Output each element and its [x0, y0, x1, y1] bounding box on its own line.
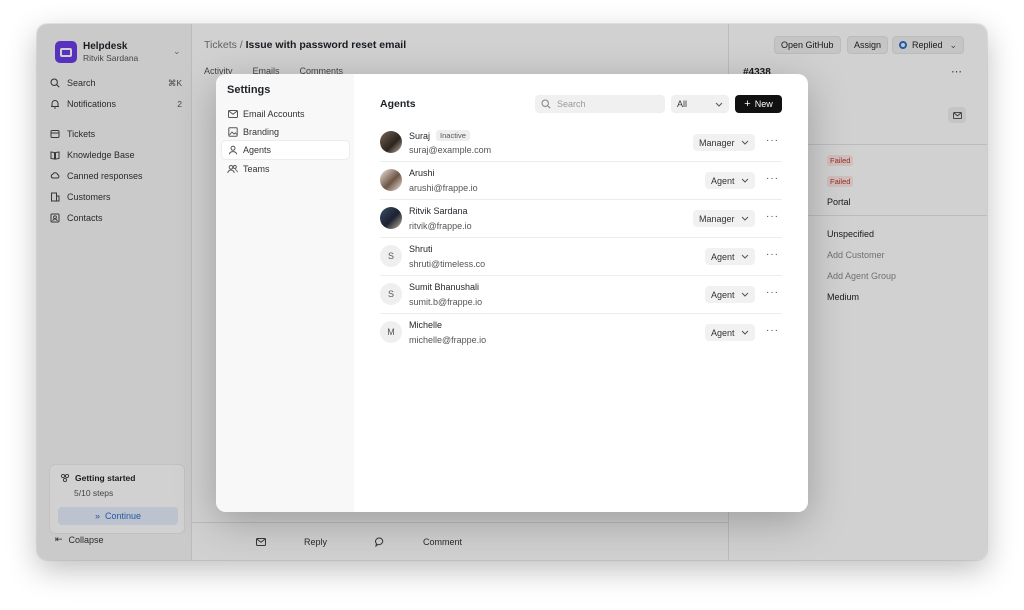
image-icon — [227, 127, 238, 138]
role-label: Manager — [699, 137, 735, 148]
users-icon — [227, 164, 238, 175]
agent-name: Arushi — [409, 168, 435, 178]
agents-title: Agents — [380, 98, 416, 110]
settings-nav-agents[interactable]: Agents — [222, 141, 349, 159]
search-icon — [541, 99, 551, 109]
chevron-down-icon — [741, 216, 749, 221]
more-options-icon[interactable]: ··· — [766, 325, 779, 336]
avatar: S — [380, 283, 402, 305]
filter-value: All — [677, 99, 688, 109]
role-dropdown[interactable]: Agent — [705, 286, 755, 303]
agent-email: michelle@frappe.io — [409, 335, 487, 345]
chevron-down-icon — [741, 140, 749, 145]
chevron-down-icon — [741, 292, 749, 297]
role-dropdown[interactable]: Agent — [705, 172, 755, 189]
agent-row[interactable]: Suraj Inactive suraj@example.com Manager… — [380, 124, 782, 162]
agent-email: ritvik@frappe.io — [409, 221, 472, 231]
avatar: M — [380, 321, 402, 343]
chevron-down-icon — [741, 178, 749, 183]
inactive-badge: Inactive — [436, 130, 470, 141]
agent-name: Michelle — [409, 320, 443, 330]
agent-email: sumit.b@frappe.io — [409, 297, 483, 307]
agent-name: Suraj — [409, 130, 431, 141]
search-placeholder: Search — [557, 99, 586, 109]
role-label: Agent — [711, 251, 735, 262]
mail-icon — [227, 109, 238, 120]
search-input[interactable]: Search — [535, 95, 665, 113]
role-label: Agent — [711, 175, 735, 186]
agent-row[interactable]: Ritvik Sardana ritvik@frappe.io Manager … — [380, 200, 782, 238]
agent-row[interactable]: Arushi arushi@frappe.io Agent ··· — [380, 162, 782, 200]
role-dropdown[interactable]: Manager — [693, 210, 755, 227]
more-options-icon[interactable]: ··· — [766, 287, 779, 298]
avatar — [380, 169, 402, 191]
user-icon — [227, 145, 238, 156]
avatar: S — [380, 245, 402, 267]
screen: Helpdesk Ritvik Sardana ⌄ Search ⌘K Noti… — [0, 0, 1024, 610]
settings-nav-email-accounts[interactable]: Email Accounts — [222, 105, 349, 123]
role-dropdown[interactable]: Agent — [705, 324, 755, 341]
more-options-icon[interactable]: ··· — [766, 135, 779, 146]
role-dropdown[interactable]: Agent — [705, 248, 755, 265]
role-label: Manager — [699, 213, 735, 224]
agent-email: arushi@frappe.io — [409, 183, 478, 193]
agent-name: Ritvik Sardana — [409, 206, 468, 216]
plus-icon: + — [744, 98, 751, 110]
new-agent-button[interactable]: + New — [735, 95, 782, 113]
avatar — [380, 131, 402, 153]
avatar — [380, 207, 402, 229]
settings-nav-label: Branding — [243, 127, 280, 137]
settings-nav-label: Email Accounts — [243, 109, 305, 119]
agent-name: Sumit Bhanushali — [409, 282, 480, 292]
settings-nav-branding[interactable]: Branding — [222, 123, 349, 141]
settings-modal: Settings Email Accounts Branding Agents … — [216, 74, 808, 512]
agent-email: suraj@example.com — [409, 145, 492, 155]
role-filter-select[interactable]: All — [671, 95, 729, 113]
agent-row[interactable]: S Shruti shruti@timeless.co Agent ··· — [380, 238, 782, 276]
agents-panel: Agents Search All + New Suraj Inactive s… — [354, 74, 808, 512]
role-label: Agent — [711, 289, 735, 300]
settings-sidebar: Settings Email Accounts Branding Agents … — [216, 74, 354, 512]
chevron-down-icon — [741, 330, 749, 335]
settings-nav-label: Teams — [243, 164, 270, 174]
chevron-down-icon — [741, 254, 749, 259]
settings-nav-label: Agents — [243, 145, 272, 155]
agent-row[interactable]: M Michelle michelle@frappe.io Agent ··· — [380, 314, 782, 352]
more-options-icon[interactable]: ··· — [766, 211, 779, 222]
more-options-icon[interactable]: ··· — [766, 173, 779, 184]
new-button-label: New — [754, 99, 773, 109]
settings-title: Settings — [227, 84, 271, 96]
role-label: Agent — [711, 327, 735, 338]
agent-email: shruti@timeless.co — [409, 259, 486, 269]
more-options-icon[interactable]: ··· — [766, 249, 779, 260]
agent-name: Shruti — [409, 244, 433, 254]
agent-row[interactable]: S Sumit Bhanushali sumit.b@frappe.io Age… — [380, 276, 782, 314]
settings-nav-teams[interactable]: Teams — [222, 160, 349, 178]
role-dropdown[interactable]: Manager — [693, 134, 755, 151]
chevron-down-icon — [715, 102, 723, 107]
